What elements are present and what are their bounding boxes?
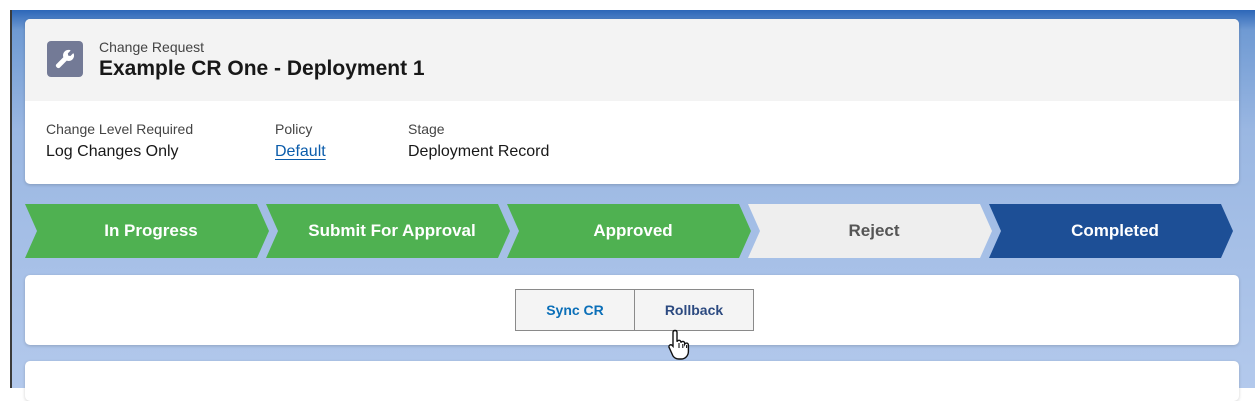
wrench-icon: [47, 41, 83, 77]
field-stage: Stage Deployment Record: [408, 121, 549, 161]
field-label: Stage: [408, 121, 445, 137]
path-step-in-progress[interactable]: In Progress: [25, 204, 269, 258]
field-value: Deployment Record: [408, 143, 550, 160]
related-section-card: [25, 361, 1239, 401]
path-step-reject[interactable]: Reject: [748, 204, 992, 258]
field-label: Policy: [275, 121, 313, 137]
path-step-label: Submit For Approval: [308, 221, 476, 240]
path-step-completed[interactable]: Completed: [989, 204, 1233, 258]
path-step-label: Reject: [848, 221, 900, 240]
path-step-label: In Progress: [104, 221, 198, 240]
path-step-approved[interactable]: Approved: [507, 204, 751, 258]
path-step-label: Completed: [1071, 221, 1159, 240]
field-change-level: Change Level Required Log Changes Only: [46, 121, 193, 161]
record-header: Change Request Example CR One - Deployme…: [25, 19, 1239, 101]
action-button-group: Sync CR Rollback: [515, 289, 754, 331]
page-title: Example CR One - Deployment 1: [99, 57, 425, 80]
hand-pointer-icon: [668, 328, 694, 365]
actions-card: Sync CR Rollback: [25, 275, 1239, 345]
policy-link[interactable]: Default: [275, 143, 326, 161]
field-label: Change Level Required: [46, 121, 194, 137]
sync-cr-button[interactable]: Sync CR: [516, 290, 635, 330]
path-step-submit-for-approval[interactable]: Submit For Approval: [266, 204, 510, 258]
object-type-label: Change Request: [99, 39, 205, 55]
field-policy: Policy Default: [275, 121, 326, 161]
rollback-button[interactable]: Rollback: [635, 290, 753, 330]
record-header-card: Change Request Example CR One - Deployme…: [25, 19, 1239, 184]
field-value: Log Changes Only: [46, 143, 179, 160]
path-step-label: Approved: [593, 221, 673, 240]
